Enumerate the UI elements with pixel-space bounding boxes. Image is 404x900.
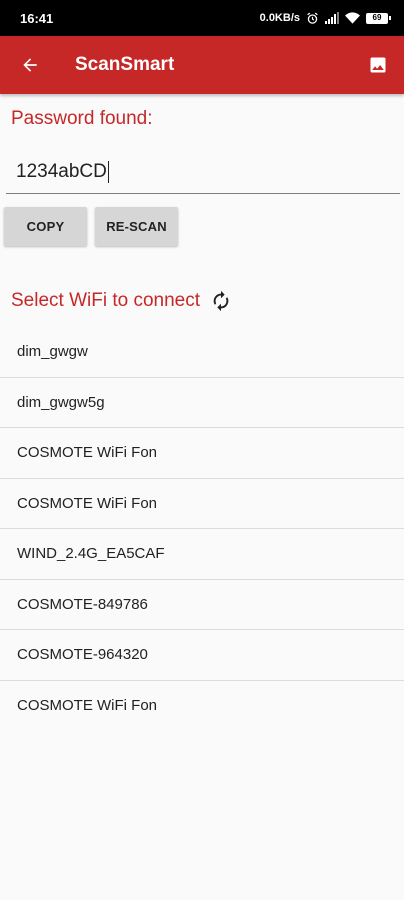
net-speed: 0.0KB/s (259, 12, 300, 24)
wifi-list-item[interactable]: COSMOTE WiFi Fon (0, 479, 404, 529)
wifi-section-header: Select WiFi to connect (11, 290, 232, 312)
signal-icon (325, 12, 339, 24)
status-time: 16:41 (20, 10, 54, 26)
password-found-label: Password found: (11, 108, 153, 129)
wifi-list-item[interactable]: dim_gwgw5g (0, 378, 404, 428)
image-icon[interactable] (352, 36, 404, 94)
password-value: 1234abCD (16, 161, 107, 182)
app-bar: ScanSmart (0, 36, 404, 94)
status-bar: 16:41 0.0KB/s 69 (0, 0, 404, 36)
app-title: ScanSmart (75, 54, 175, 75)
alarm-icon (306, 12, 319, 25)
wifi-list-item[interactable]: COSMOTE-849786 (0, 580, 404, 630)
wifi-list: dim_gwgw dim_gwgw5g COSMOTE WiFi Fon COS… (0, 327, 404, 731)
wifi-list-item[interactable]: WIND_2.4G_EA5CAF (0, 529, 404, 580)
wifi-list-item[interactable]: COSMOTE-964320 (0, 630, 404, 681)
status-icons: 0.0KB/s 69 (259, 12, 391, 25)
wifi-status-icon (345, 12, 360, 24)
password-field[interactable]: 1234abCD (6, 150, 400, 194)
wifi-section-title: Select WiFi to connect (11, 290, 201, 311)
battery-icon: 69 (366, 12, 391, 24)
arrow-left-icon[interactable] (0, 36, 60, 94)
copy-button[interactable]: COPY (4, 207, 87, 246)
wifi-list-item[interactable]: COSMOTE WiFi Fon (0, 681, 404, 732)
refresh-icon[interactable] (210, 290, 232, 312)
wifi-list-item[interactable]: COSMOTE WiFi Fon (0, 428, 404, 479)
rescan-button[interactable]: RE-SCAN (95, 207, 178, 246)
text-cursor (107, 160, 110, 183)
wifi-list-item[interactable]: dim_gwgw (0, 327, 404, 378)
